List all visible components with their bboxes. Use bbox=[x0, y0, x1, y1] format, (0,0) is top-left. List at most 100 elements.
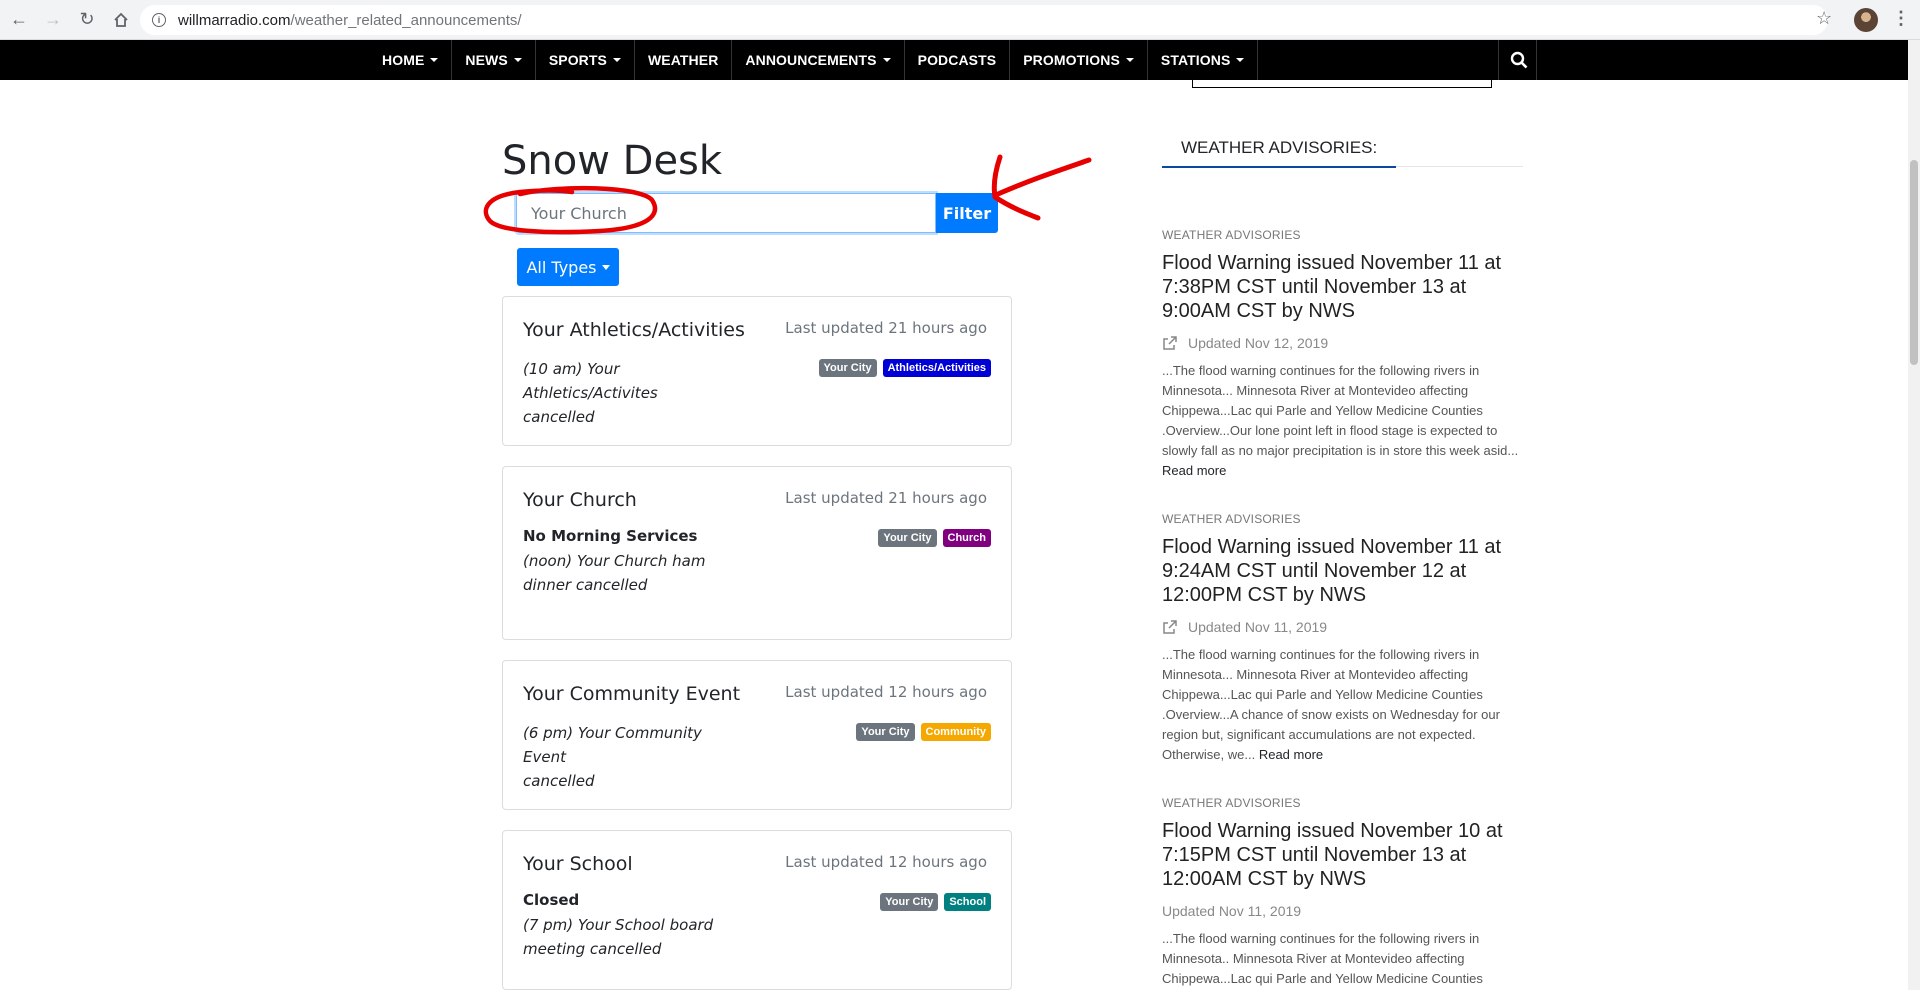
announcement-card[interactable]: Your School Last updated 12 hours ago Clos… bbox=[502, 830, 1012, 990]
nav-menu: HOME NEWS SPORTS WEATHER ANNOUNCEMENTS PODCAS… bbox=[369, 40, 1259, 80]
card-updated-time: Last updated 12 hours ago bbox=[785, 853, 987, 871]
advisory-excerpt-text: ...The flood warning continues for the f… bbox=[1162, 363, 1519, 458]
category-badge: Your City bbox=[878, 529, 937, 547]
caret-down-icon bbox=[513, 58, 522, 62]
advisory-excerpt: ...The flood warning continues for the f… bbox=[1162, 361, 1522, 481]
card-badges: Your City Community bbox=[856, 723, 991, 741]
card-description-line: (6 pm) Your Community Event bbox=[523, 724, 702, 766]
advisory-updated: Updated Nov 12, 2019 bbox=[1162, 335, 1522, 351]
external-link-icon bbox=[1163, 336, 1177, 350]
category-badge: Athletics/Activities bbox=[882, 359, 991, 377]
avatar[interactable] bbox=[1854, 8, 1878, 32]
page-scrollbar[interactable] bbox=[1908, 40, 1920, 990]
advisory-title-link[interactable]: Flood Warning issued November 10 at 7:15… bbox=[1162, 819, 1522, 891]
address-bar[interactable]: i willmarradio.com /weather_related_anno… bbox=[140, 5, 1828, 35]
info-icon[interactable]: i bbox=[152, 13, 166, 27]
nav-item-label: NEWS bbox=[465, 52, 508, 68]
filter-input[interactable]: Your Church bbox=[516, 193, 936, 233]
category-badge: School bbox=[944, 893, 991, 911]
nav-item-sports[interactable]: SPORTS bbox=[536, 40, 635, 80]
nav-item-label: WEATHER bbox=[647, 52, 719, 68]
card-description-line: dinner cancelled bbox=[523, 576, 648, 594]
advisory-item: WEATHER ADVISORIES Flood Warning issued N… bbox=[1162, 796, 1522, 989]
category-badge: Your City bbox=[856, 723, 915, 741]
caret-down-icon bbox=[1125, 58, 1134, 62]
caret-down-icon bbox=[612, 58, 621, 62]
advisory-excerpt: ...The flood warning continues for the f… bbox=[1162, 929, 1522, 989]
search-icon[interactable] bbox=[1498, 40, 1538, 80]
card-headline: No Morning Services bbox=[523, 527, 698, 545]
announcement-card[interactable]: Your Church Last updated 21 hours ago No M… bbox=[502, 466, 1012, 640]
bookmark-star-icon[interactable]: ☆ bbox=[1816, 8, 1832, 29]
all-types-dropdown[interactable]: All Types bbox=[517, 248, 619, 286]
url-path: /weather_related_announcements/ bbox=[290, 11, 522, 29]
advisory-category[interactable]: WEATHER ADVISORIES bbox=[1162, 228, 1522, 242]
home-icon[interactable] bbox=[106, 5, 136, 35]
external-link-icon bbox=[1163, 620, 1177, 634]
card-description: (10 am) Your Athletics/Activites cancelle… bbox=[523, 357, 743, 429]
advisory-excerpt-text: ...The flood warning continues for the f… bbox=[1162, 647, 1500, 762]
nav-item-podcasts[interactable]: PODCASTS bbox=[905, 40, 1011, 80]
card-badges: Your City Athletics/Activities bbox=[818, 359, 991, 377]
advisory-updated: Updated Nov 11, 2019 bbox=[1162, 903, 1522, 919]
advisory-category[interactable]: WEATHER ADVISORIES bbox=[1162, 796, 1522, 810]
nav-item-label: STATIONS bbox=[1160, 52, 1231, 68]
filter-button[interactable]: Filter bbox=[936, 193, 998, 233]
category-badge: Your City bbox=[880, 893, 939, 911]
caret-down-icon bbox=[430, 58, 439, 62]
card-title[interactable]: Your Athletics/Activities bbox=[523, 319, 745, 341]
advisory-updated-text: Updated Nov 11, 2019 bbox=[1188, 619, 1328, 635]
card-description: (noon) Your Church ham dinner cancelled bbox=[523, 549, 743, 597]
annotation-arrow-shaft bbox=[995, 157, 1092, 197]
nav-item-home[interactable]: HOME bbox=[369, 40, 453, 80]
advisory-excerpt-text: ...The flood warning continues for the f… bbox=[1162, 931, 1483, 986]
nav-item-label: PROMOTIONS bbox=[1023, 52, 1120, 68]
card-badges: Your City Church bbox=[878, 529, 991, 547]
category-badge: Church bbox=[942, 529, 991, 547]
caret-down-icon bbox=[1236, 58, 1245, 62]
nav-item-news[interactable]: NEWS bbox=[452, 40, 536, 80]
card-description-line: meeting cancelled bbox=[523, 940, 662, 958]
card-description-line: (10 am) Your Athletics/Activites bbox=[523, 360, 658, 402]
caret-down-icon bbox=[601, 264, 610, 270]
card-updated-time: Last updated 21 hours ago bbox=[785, 489, 987, 507]
announcement-card[interactable]: Your Athletics/Activities Last updated 21… bbox=[502, 296, 1012, 446]
nav-item-promotions[interactable]: PROMOTIONS bbox=[1010, 40, 1148, 80]
nav-item-weather[interactable]: WEATHER bbox=[635, 40, 733, 80]
caret-down-icon bbox=[882, 58, 891, 62]
read-more-link[interactable]: Read more bbox=[1162, 463, 1226, 478]
advisory-category[interactable]: WEATHER ADVISORIES bbox=[1162, 512, 1522, 526]
reload-icon[interactable]: ↻ bbox=[72, 5, 102, 35]
announcement-card[interactable]: Your Community Event Last updated 12 hour… bbox=[502, 660, 1012, 810]
forward-arrow-icon[interactable]: → bbox=[38, 5, 68, 35]
card-description-line: cancelled bbox=[523, 772, 595, 790]
url-host: willmarradio.com bbox=[178, 11, 291, 29]
page-title: Snow Desk bbox=[502, 138, 723, 184]
card-description-line: (noon) Your Church ham bbox=[523, 552, 706, 570]
card-updated-time: Last updated 21 hours ago bbox=[785, 319, 987, 337]
card-title[interactable]: Your School bbox=[523, 853, 633, 875]
card-headline: Closed bbox=[523, 891, 580, 909]
more-menu-icon[interactable]: ⋮ bbox=[1892, 8, 1910, 29]
category-badge: Your City bbox=[818, 359, 877, 377]
advisories-heading[interactable]: WEATHER ADVISORIES: bbox=[1181, 138, 1377, 158]
advisory-title-link[interactable]: Flood Warning issued November 11 at 7:38… bbox=[1162, 251, 1522, 323]
advisory-item: WEATHER ADVISORIES Flood Warning issued N… bbox=[1162, 512, 1522, 765]
advisory-excerpt: ...The flood warning continues for the f… bbox=[1162, 645, 1522, 765]
nav-item-label: SPORTS bbox=[548, 52, 607, 68]
read-more-link[interactable]: Read more bbox=[1259, 747, 1323, 762]
category-badge: Community bbox=[920, 723, 991, 741]
card-title[interactable]: Your Church bbox=[523, 489, 637, 511]
card-title[interactable]: Your Community Event bbox=[523, 683, 740, 705]
browser-toolbar: ← → ↻ i willmarradio.com /weather_relate… bbox=[0, 0, 1920, 40]
site-navbar: HOME NEWS SPORTS WEATHER ANNOUNCEMENTS PODCAS… bbox=[0, 40, 1908, 80]
advisory-title-link[interactable]: Flood Warning issued November 11 at 9:24… bbox=[1162, 535, 1522, 607]
back-arrow-icon[interactable]: ← bbox=[4, 5, 34, 35]
scrollbar-thumb[interactable] bbox=[1910, 160, 1918, 365]
advisory-updated: Updated Nov 11, 2019 bbox=[1162, 619, 1522, 635]
advisory-updated-text: Updated Nov 11, 2019 bbox=[1162, 903, 1302, 919]
annotation-arrow-head bbox=[991, 154, 1041, 221]
nav-item-announcements[interactable]: ANNOUNCEMENTS bbox=[732, 40, 905, 80]
nav-item-stations[interactable]: STATIONS bbox=[1148, 40, 1259, 80]
card-updated-time: Last updated 12 hours ago bbox=[785, 683, 987, 701]
